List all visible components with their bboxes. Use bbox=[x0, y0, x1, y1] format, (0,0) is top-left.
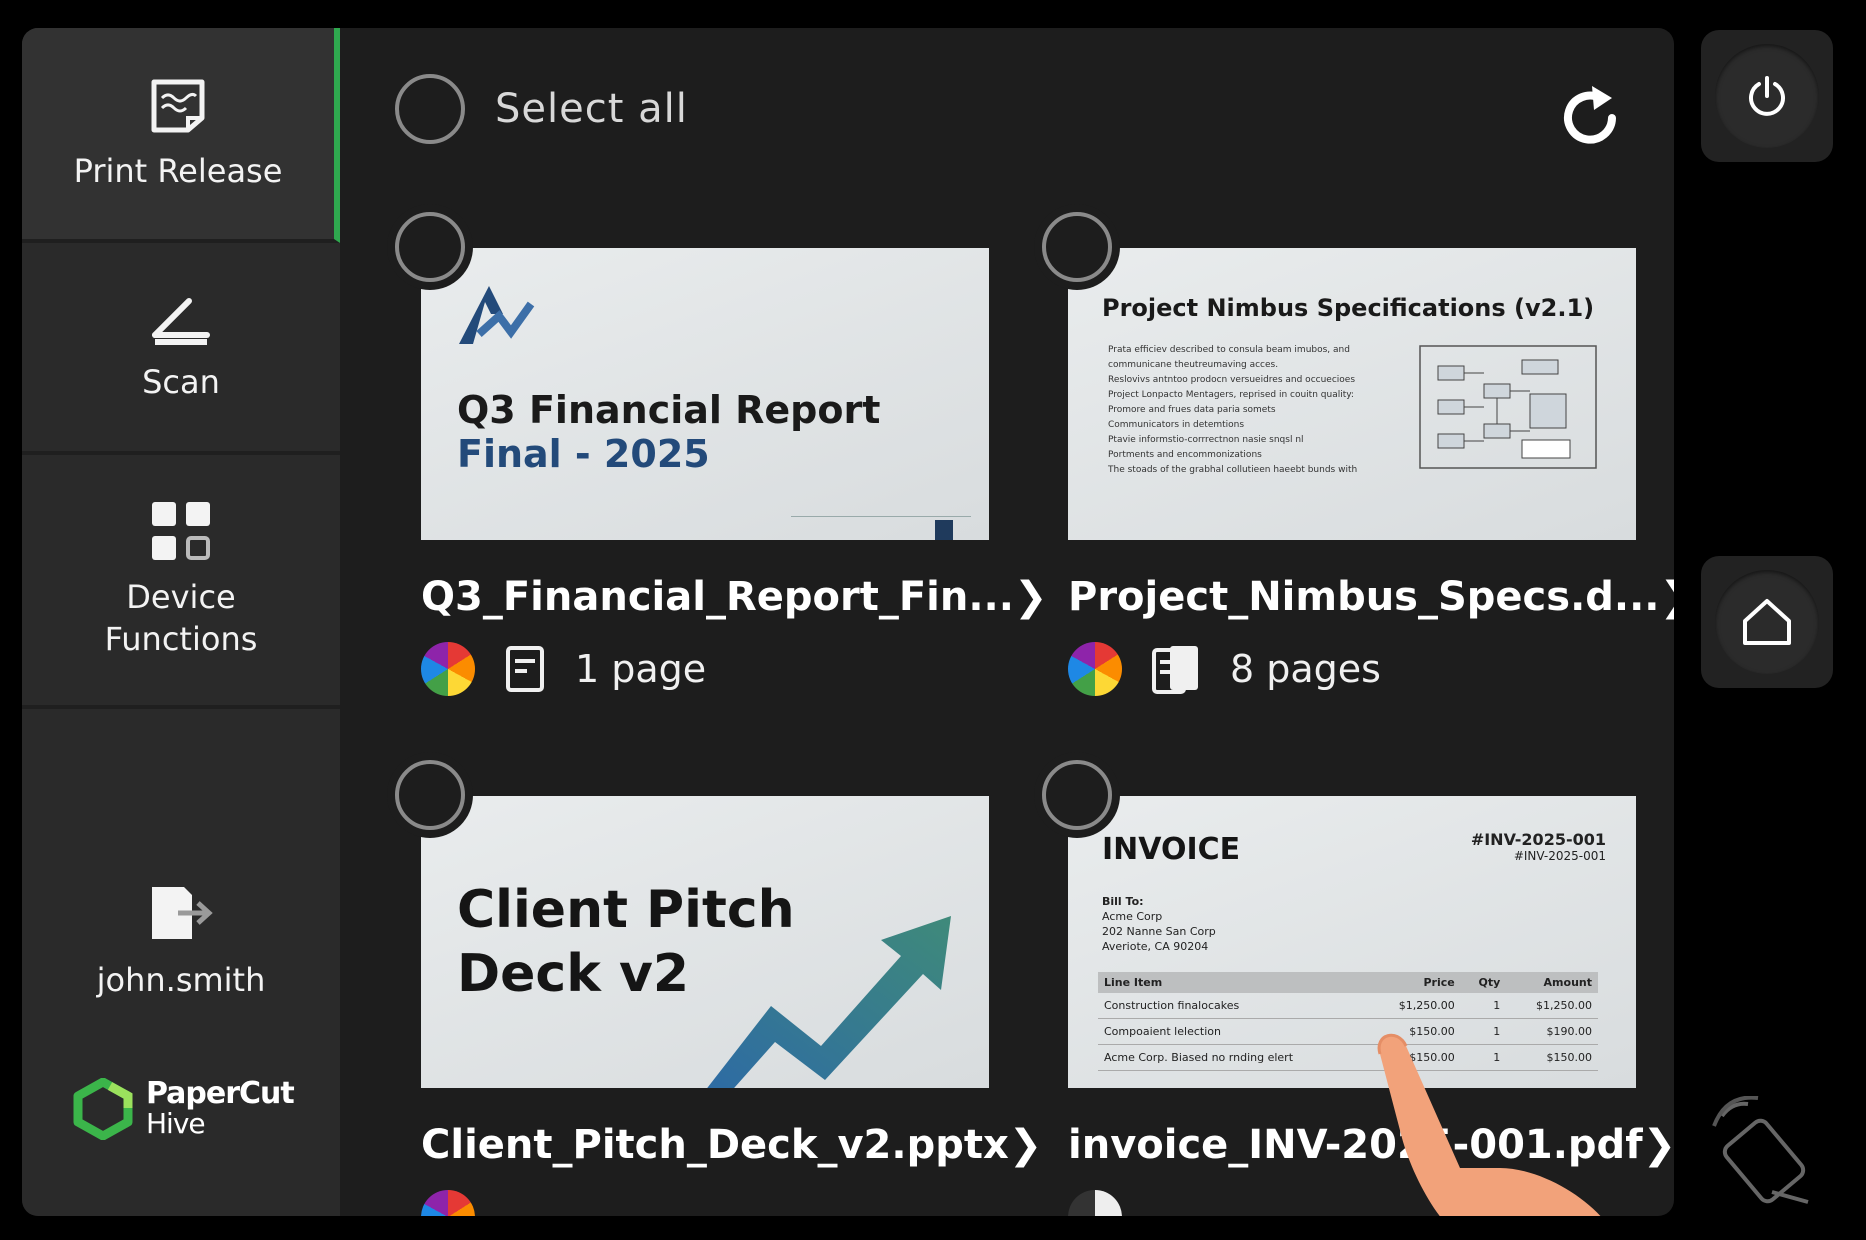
papercut-logo-icon bbox=[73, 1078, 133, 1140]
job-filename: Project_Nimbus_Specs.d... bbox=[1068, 574, 1660, 620]
nfc-tap-icon bbox=[1712, 1096, 1809, 1204]
username: john.smith bbox=[96, 961, 266, 999]
single-page-icon bbox=[506, 646, 544, 692]
growth-arrow-icon bbox=[707, 916, 951, 1088]
papercut-hive-logo: PaperCut Hive bbox=[70, 1076, 295, 1140]
power-icon bbox=[1749, 76, 1785, 116]
refresh-button[interactable] bbox=[1562, 80, 1624, 150]
chevron-right-icon[interactable]: ❯ bbox=[1643, 1122, 1674, 1168]
job-list: Select all Q3 Financial Report Final - 2… bbox=[340, 28, 1674, 1216]
sidebar-item-label: Print Release bbox=[73, 151, 283, 190]
chevron-right-icon[interactable]: ❯ bbox=[1659, 574, 1674, 620]
color-print-icon bbox=[1068, 642, 1122, 696]
job-meta bbox=[421, 1190, 505, 1216]
chevron-right-icon[interactable]: ❯ bbox=[1014, 574, 1048, 620]
sidebar-item-label: Device Functions bbox=[104, 578, 258, 658]
sidebar: Print Release Scan Device Functions john… bbox=[22, 28, 340, 1216]
scan-icon bbox=[152, 298, 210, 345]
job-meta bbox=[1068, 1190, 1152, 1216]
color-print-icon bbox=[1068, 1190, 1122, 1216]
sidebar-item-scan[interactable]: Scan bbox=[22, 243, 340, 455]
job-select-checkbox[interactable] bbox=[1042, 212, 1112, 282]
job-title[interactable]: Client_Pitch_Deck_v2.pptx ❯ bbox=[421, 1122, 1042, 1168]
job-title[interactable]: Project_Nimbus_Specs.d... ❯ bbox=[1068, 574, 1674, 620]
job-select-checkbox[interactable] bbox=[395, 760, 465, 830]
sidebar-item-label: Scan bbox=[142, 363, 220, 401]
job-meta: 1 page bbox=[421, 642, 706, 696]
job-thumbnail: Q3 Financial Report Final - 2025 bbox=[421, 248, 989, 540]
pointing-hand-icon bbox=[1377, 1033, 1601, 1216]
device-functions-icon bbox=[152, 502, 210, 560]
table-row: Construction finalocakes $1,250.00 1 $1,250… bbox=[1098, 993, 1598, 1019]
company-logo-icon bbox=[459, 286, 535, 344]
power-button[interactable] bbox=[1701, 30, 1833, 162]
job-title[interactable]: Q3_Financial_Report_Fin... ❯ bbox=[421, 574, 1047, 620]
print-release-icon bbox=[151, 79, 205, 132]
multi-page-icon bbox=[1152, 646, 1198, 694]
brand-name: PaperCut bbox=[146, 1076, 295, 1111]
refresh-icon bbox=[1564, 86, 1616, 144]
job-filename: Client_Pitch_Deck_v2.pptx bbox=[421, 1122, 1009, 1168]
select-all-label: Select all bbox=[495, 86, 688, 132]
job-select-checkbox[interactable] bbox=[1042, 760, 1112, 830]
color-print-icon bbox=[421, 642, 475, 696]
bill-to: Bill To: Acme Corp 202 Nanne San Corp Av… bbox=[1102, 895, 1216, 953]
home-button[interactable] bbox=[1701, 556, 1833, 688]
sidebar-item-print-release[interactable]: Print Release bbox=[22, 28, 340, 243]
brand-sub: Hive bbox=[146, 1107, 206, 1140]
page-count: 8 pages bbox=[1230, 647, 1381, 691]
home-icon bbox=[1743, 599, 1791, 645]
job-filename: Q3_Financial_Report_Fin... bbox=[421, 574, 1014, 620]
thumb-body: Prata efficiev described to consula beam… bbox=[1108, 345, 1358, 475]
thumb-title: Q3 Financial Report Final - 2025 bbox=[457, 388, 881, 476]
thumb-title: Project Nimbus Specifications (v2.1) bbox=[1102, 294, 1595, 322]
logout-icon bbox=[152, 887, 213, 939]
color-print-icon bbox=[421, 1190, 475, 1216]
select-all-toggle[interactable]: Select all bbox=[395, 74, 688, 144]
sidebar-item-device-functions[interactable]: Device Functions bbox=[22, 455, 340, 709]
job-select-checkbox[interactable] bbox=[395, 212, 465, 282]
diagram-icon bbox=[1419, 345, 1597, 469]
job-thumbnail: Project Nimbus Specifications (v2.1) Pra… bbox=[1068, 248, 1636, 540]
chevron-right-icon[interactable]: ❯ bbox=[1009, 1122, 1043, 1168]
page-count: 1 page bbox=[575, 647, 707, 691]
thumb-title: INVOICE bbox=[1102, 832, 1241, 867]
invoice-number: #INV-2025-001 #INV-2025-001 bbox=[1470, 830, 1606, 863]
job-thumbnail: Client Pitch Deck v2 bbox=[421, 796, 989, 1088]
logout-button[interactable]: john.smith bbox=[22, 883, 340, 1053]
device-screen: Print Release Scan Device Functions john… bbox=[22, 28, 1674, 1216]
select-all-checkbox[interactable] bbox=[395, 74, 465, 144]
job-meta: 8 pages bbox=[1068, 642, 1381, 696]
